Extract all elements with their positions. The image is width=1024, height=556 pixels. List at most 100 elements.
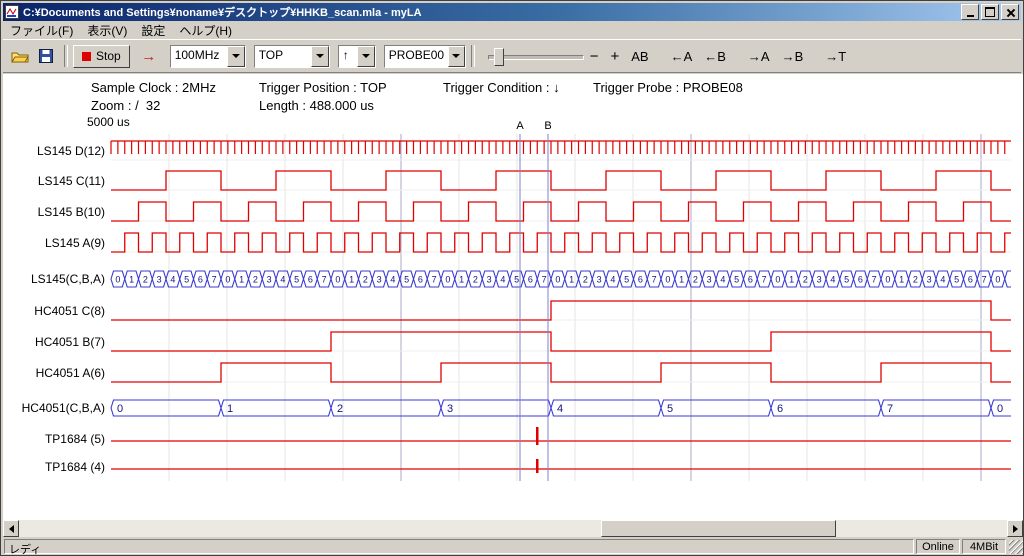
svg-text:3: 3 <box>817 275 822 285</box>
sample-clock-select[interactable]: 100MHz <box>170 45 246 68</box>
zoom-info: Zoom : / 32 <box>91 98 160 113</box>
app-icon <box>5 5 19 19</box>
right-arrow-icon <box>1013 525 1022 533</box>
trigger-position-info: Trigger Position : TOP <box>259 80 387 95</box>
svg-text:3: 3 <box>597 275 602 285</box>
svg-text:0: 0 <box>997 403 1003 415</box>
svg-text:0: 0 <box>115 275 120 285</box>
svg-text:1: 1 <box>899 275 904 285</box>
svg-text:7: 7 <box>872 275 877 285</box>
open-button[interactable] <box>7 44 33 68</box>
maximize-button[interactable] <box>981 4 999 20</box>
left-arrow-icon <box>5 525 14 533</box>
svg-text:7: 7 <box>887 403 893 415</box>
minimize-button[interactable] <box>961 4 979 20</box>
svg-text:0: 0 <box>555 275 560 285</box>
floppy-disk-icon <box>39 49 53 63</box>
svg-text:2: 2 <box>143 275 148 285</box>
svg-text:1: 1 <box>129 275 134 285</box>
svg-text:1: 1 <box>789 275 794 285</box>
waveform-panel: Sample Clock : 2MHz Trigger Position : T… <box>3 74 1023 522</box>
menu-settings[interactable]: 設定 <box>134 21 172 40</box>
svg-text:4: 4 <box>610 275 615 285</box>
svg-text:7: 7 <box>982 275 987 285</box>
resize-grip[interactable] <box>1009 540 1023 554</box>
svg-text:7: 7 <box>542 275 547 285</box>
length-info: Length : 488.000 us <box>259 98 374 113</box>
svg-text:4: 4 <box>557 403 563 415</box>
svg-text:0: 0 <box>665 275 670 285</box>
window-title: C:¥Documents and Settings¥noname¥デスクトップ¥… <box>23 4 961 20</box>
trigger-probe-value: PROBE00 <box>385 46 448 67</box>
stop-label: Stop <box>96 49 121 63</box>
goto-cursor-a-right-button[interactable]: →A <box>742 44 776 68</box>
svg-text:4: 4 <box>940 275 945 285</box>
svg-text:3: 3 <box>927 275 932 285</box>
horizontal-scrollbar[interactable] <box>3 520 1023 537</box>
svg-text:4: 4 <box>500 275 505 285</box>
chevron-down-icon[interactable] <box>311 46 329 67</box>
status-memory: 4MBit <box>962 539 1006 554</box>
svg-text:0: 0 <box>775 275 780 285</box>
svg-text:2: 2 <box>337 403 343 415</box>
goto-trigger-button[interactable]: →T <box>819 44 852 68</box>
svg-text:7: 7 <box>432 275 437 285</box>
menu-view[interactable]: 表示(V) <box>80 21 134 40</box>
ab-range-button[interactable]: AB <box>625 44 654 68</box>
svg-text:7: 7 <box>652 275 657 285</box>
menu-help[interactable]: ヘルプ(H) <box>172 21 239 40</box>
trigger-position-select[interactable]: TOP <box>254 45 330 68</box>
zoom-slider-handle[interactable] <box>494 48 504 66</box>
scrollbar-thumb[interactable] <box>601 520 836 537</box>
svg-text:4: 4 <box>280 275 285 285</box>
svg-text:6: 6 <box>198 275 203 285</box>
chevron-down-icon[interactable] <box>357 46 375 67</box>
svg-text:B: B <box>544 120 551 132</box>
menu-file[interactable]: ファイル(F) <box>3 21 80 40</box>
minimize-icon <box>967 15 974 17</box>
stop-button[interactable]: Stop <box>73 45 130 68</box>
zoom-out-button[interactable]: − <box>584 44 605 68</box>
svg-text:6: 6 <box>308 275 313 285</box>
scroll-right-button[interactable] <box>1007 520 1023 537</box>
title-bar[interactable]: C:¥Documents and Settings¥noname¥デスクトップ¥… <box>3 3 1021 21</box>
goto-cursor-a-left-button[interactable]: ←A <box>665 44 699 68</box>
waveform-area[interactable]: 0123456701234567012345670123456701234567… <box>3 74 1023 522</box>
svg-text:2: 2 <box>473 275 478 285</box>
svg-text:1: 1 <box>459 275 464 285</box>
svg-text:6: 6 <box>638 275 643 285</box>
svg-text:2: 2 <box>693 275 698 285</box>
svg-text:3: 3 <box>267 275 272 285</box>
app-window: C:¥Documents and Settings¥noname¥デスクトップ¥… <box>0 0 1024 556</box>
svg-text:0: 0 <box>445 275 450 285</box>
trigger-probe-select[interactable]: PROBE00 <box>384 45 466 68</box>
stop-icon <box>82 52 91 61</box>
sample-clock-info: Sample Clock : 2MHz <box>91 80 216 95</box>
chevron-down-icon[interactable] <box>448 46 465 67</box>
chevron-down-icon[interactable] <box>227 46 245 67</box>
svg-text:6: 6 <box>748 275 753 285</box>
zoom-in-button[interactable]: + <box>604 44 625 68</box>
svg-text:1: 1 <box>349 275 354 285</box>
close-button[interactable] <box>1001 4 1019 20</box>
svg-text:3: 3 <box>707 275 712 285</box>
svg-text:2: 2 <box>913 275 918 285</box>
goto-cursor-b-left-button[interactable]: ←B <box>698 44 732 68</box>
scroll-left-button[interactable] <box>3 520 19 537</box>
svg-text:5: 5 <box>844 275 849 285</box>
run-button[interactable]: → <box>136 45 162 68</box>
save-button[interactable] <box>33 44 59 68</box>
time-division-label: 5000 us <box>87 115 130 129</box>
zoom-slider[interactable] <box>488 45 584 67</box>
svg-text:5: 5 <box>954 275 959 285</box>
svg-text:6: 6 <box>777 403 783 415</box>
svg-text:2: 2 <box>803 275 808 285</box>
svg-text:2: 2 <box>363 275 368 285</box>
svg-text:6: 6 <box>418 275 423 285</box>
trigger-edge-select[interactable]: ↑ <box>338 45 376 68</box>
svg-text:1: 1 <box>569 275 574 285</box>
goto-cursor-b-right-button[interactable]: →B <box>776 44 810 68</box>
svg-text:4: 4 <box>830 275 835 285</box>
svg-text:6: 6 <box>528 275 533 285</box>
svg-text:6: 6 <box>858 275 863 285</box>
